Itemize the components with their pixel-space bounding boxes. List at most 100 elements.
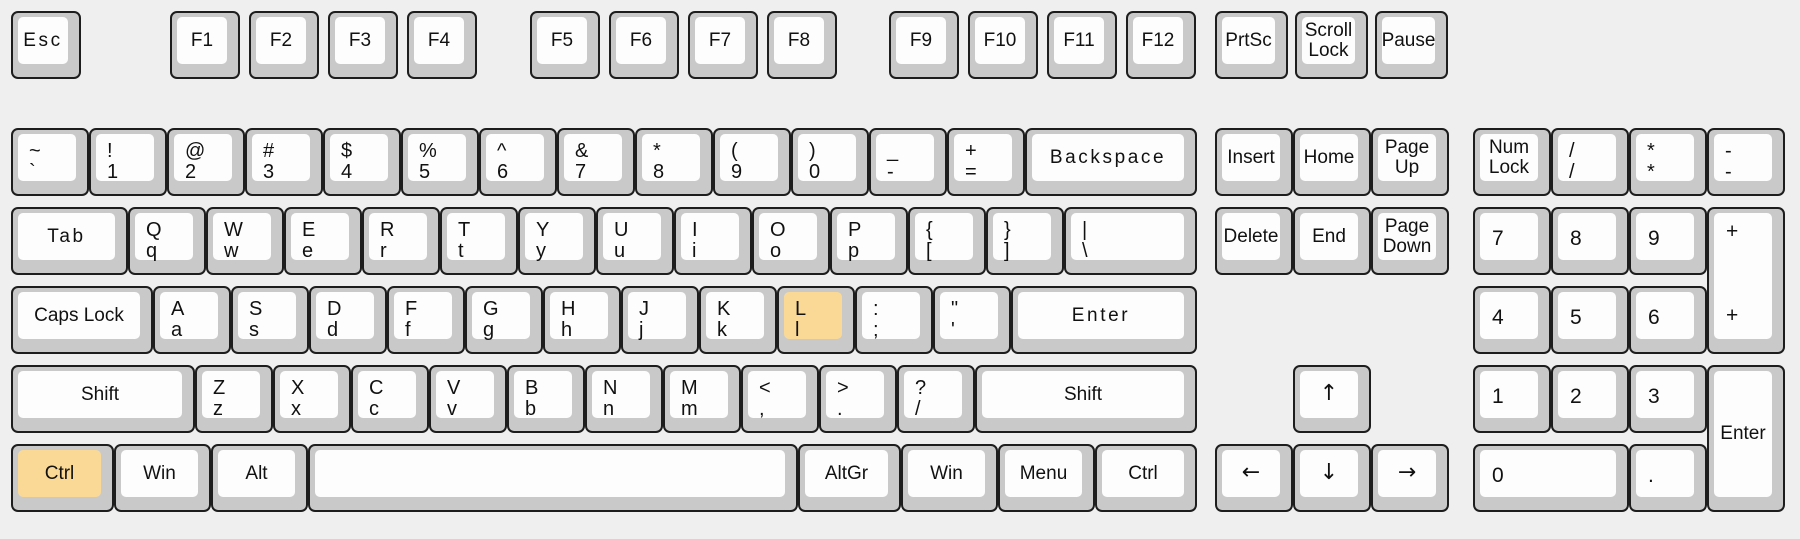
key-f11[interactable]: F11 bbox=[1047, 11, 1117, 79]
key-i[interactable]: Ii bbox=[674, 207, 752, 275]
key-caps-lock[interactable]: Caps Lock bbox=[11, 286, 153, 354]
key-altgr[interactable]: AltGr bbox=[798, 444, 901, 512]
key-page-up[interactable]: Page Up bbox=[1371, 128, 1449, 196]
key-4[interactable]: $4 bbox=[323, 128, 401, 196]
key-f12[interactable]: F12 bbox=[1126, 11, 1196, 79]
key-numpad-divide[interactable]: / / bbox=[1551, 128, 1629, 196]
key-f8[interactable]: F8 bbox=[767, 11, 837, 79]
key-f7[interactable]: F7 bbox=[688, 11, 758, 79]
key-minus[interactable]: _ - bbox=[869, 128, 947, 196]
key-space[interactable] bbox=[308, 444, 798, 512]
key-l[interactable]: Ll bbox=[777, 286, 855, 354]
key-quote[interactable]: " ' bbox=[933, 286, 1011, 354]
key-h[interactable]: Hh bbox=[543, 286, 621, 354]
key-numpad-9[interactable]: 9 bbox=[1629, 207, 1707, 275]
key-9[interactable]: (9 bbox=[713, 128, 791, 196]
key-j[interactable]: Jj bbox=[621, 286, 699, 354]
key-home[interactable]: Home bbox=[1293, 128, 1371, 196]
key-ctrl-left[interactable]: Ctrl bbox=[11, 444, 114, 512]
key-page-down[interactable]: Page Down bbox=[1371, 207, 1449, 275]
key-backtick[interactable]: ~ ` bbox=[11, 128, 89, 196]
key-x[interactable]: Xx bbox=[273, 365, 351, 433]
key-num-lock[interactable]: Num Lock bbox=[1473, 128, 1551, 196]
key-u[interactable]: Uu bbox=[596, 207, 674, 275]
key-numpad-8[interactable]: 8 bbox=[1551, 207, 1629, 275]
key-pause[interactable]: Pause bbox=[1375, 11, 1448, 79]
key-ctrl-right[interactable]: Ctrl bbox=[1095, 444, 1197, 512]
key-arrow-left[interactable]: ← bbox=[1215, 444, 1293, 512]
key-f3[interactable]: F3 bbox=[328, 11, 398, 79]
key-7[interactable]: & 7 bbox=[557, 128, 635, 196]
key-slash[interactable]: ? / bbox=[897, 365, 975, 433]
key-numpad-enter[interactable]: Enter bbox=[1707, 365, 1785, 512]
key-q[interactable]: Qq bbox=[128, 207, 206, 275]
key-backspace[interactable]: Backspace bbox=[1025, 128, 1197, 196]
key-backslash[interactable]: | \ bbox=[1064, 207, 1197, 275]
key-numpad-4[interactable]: 4 bbox=[1473, 286, 1551, 354]
key-comma[interactable]: <, bbox=[741, 365, 819, 433]
key-f9[interactable]: F9 bbox=[889, 11, 959, 79]
key-8[interactable]: * 8 bbox=[635, 128, 713, 196]
key-print-screen[interactable]: PrtSc bbox=[1215, 11, 1288, 79]
key-win-left[interactable]: Win bbox=[114, 444, 211, 512]
key-t[interactable]: Tt bbox=[440, 207, 518, 275]
key-f1[interactable]: F1 bbox=[170, 11, 240, 79]
key-numpad-decimal[interactable]: . bbox=[1629, 444, 1707, 512]
key-b[interactable]: Bb bbox=[507, 365, 585, 433]
key-3[interactable]: #3 bbox=[245, 128, 323, 196]
key-scroll-lock[interactable]: Scroll Lock bbox=[1295, 11, 1368, 79]
key-w[interactable]: Ww bbox=[206, 207, 284, 275]
key-delete[interactable]: Delete bbox=[1215, 207, 1293, 275]
key-semicolon[interactable]: :; bbox=[855, 286, 933, 354]
key-numpad-5[interactable]: 5 bbox=[1551, 286, 1629, 354]
key-alt-left[interactable]: Alt bbox=[211, 444, 308, 512]
key-g[interactable]: Gg bbox=[465, 286, 543, 354]
key-enter[interactable]: Enter bbox=[1011, 286, 1197, 354]
key-numpad-0[interactable]: 0 bbox=[1473, 444, 1629, 512]
key-equals[interactable]: + = bbox=[947, 128, 1025, 196]
key-numpad-2[interactable]: 2 bbox=[1551, 365, 1629, 433]
key-numpad-add[interactable]: + + bbox=[1707, 207, 1785, 354]
key-f2[interactable]: F2 bbox=[249, 11, 319, 79]
key-numpad-multiply[interactable]: * * bbox=[1629, 128, 1707, 196]
key-bracket-left[interactable]: {[ bbox=[908, 207, 986, 275]
key-arrow-up[interactable]: ↑ bbox=[1293, 365, 1371, 433]
key-6[interactable]: ^ 6 bbox=[479, 128, 557, 196]
key-f[interactable]: Ff bbox=[387, 286, 465, 354]
key-numpad-3[interactable]: 3 bbox=[1629, 365, 1707, 433]
key-bracket-right[interactable]: }] bbox=[986, 207, 1064, 275]
key-f4[interactable]: F4 bbox=[407, 11, 477, 79]
key-k[interactable]: Kk bbox=[699, 286, 777, 354]
key-5[interactable]: % 5 bbox=[401, 128, 479, 196]
key-n[interactable]: Nn bbox=[585, 365, 663, 433]
key-y[interactable]: Yy bbox=[518, 207, 596, 275]
key-f10[interactable]: F10 bbox=[968, 11, 1038, 79]
key-a[interactable]: Aa bbox=[153, 286, 231, 354]
key-r[interactable]: Rr bbox=[362, 207, 440, 275]
key-numpad-7[interactable]: 7 bbox=[1473, 207, 1551, 275]
key-e[interactable]: Ee bbox=[284, 207, 362, 275]
key-m[interactable]: Mm bbox=[663, 365, 741, 433]
key-p[interactable]: Pp bbox=[830, 207, 908, 275]
key-z[interactable]: Zz bbox=[195, 365, 273, 433]
key-d[interactable]: Dd bbox=[309, 286, 387, 354]
key-esc[interactable]: Esc bbox=[11, 11, 81, 79]
key-s[interactable]: Ss bbox=[231, 286, 309, 354]
key-shift-left[interactable]: Shift bbox=[11, 365, 195, 433]
key-f5[interactable]: F5 bbox=[530, 11, 600, 79]
key-insert[interactable]: Insert bbox=[1215, 128, 1293, 196]
key-numpad-subtract[interactable]: -- bbox=[1707, 128, 1785, 196]
key-f6[interactable]: F6 bbox=[609, 11, 679, 79]
key-v[interactable]: Vv bbox=[429, 365, 507, 433]
key-shift-right[interactable]: Shift bbox=[975, 365, 1197, 433]
key-tab[interactable]: Tab bbox=[11, 207, 128, 275]
key-o[interactable]: Oo bbox=[752, 207, 830, 275]
key-win-right[interactable]: Win bbox=[901, 444, 998, 512]
key-menu[interactable]: Menu bbox=[998, 444, 1095, 512]
key-arrow-right[interactable]: → bbox=[1371, 444, 1449, 512]
key-arrow-down[interactable]: ↓ bbox=[1293, 444, 1371, 512]
key-numpad-1[interactable]: 1 bbox=[1473, 365, 1551, 433]
key-0[interactable]: ) 0 bbox=[791, 128, 869, 196]
key-1[interactable]: ! 1 bbox=[89, 128, 167, 196]
key-end[interactable]: End bbox=[1293, 207, 1371, 275]
